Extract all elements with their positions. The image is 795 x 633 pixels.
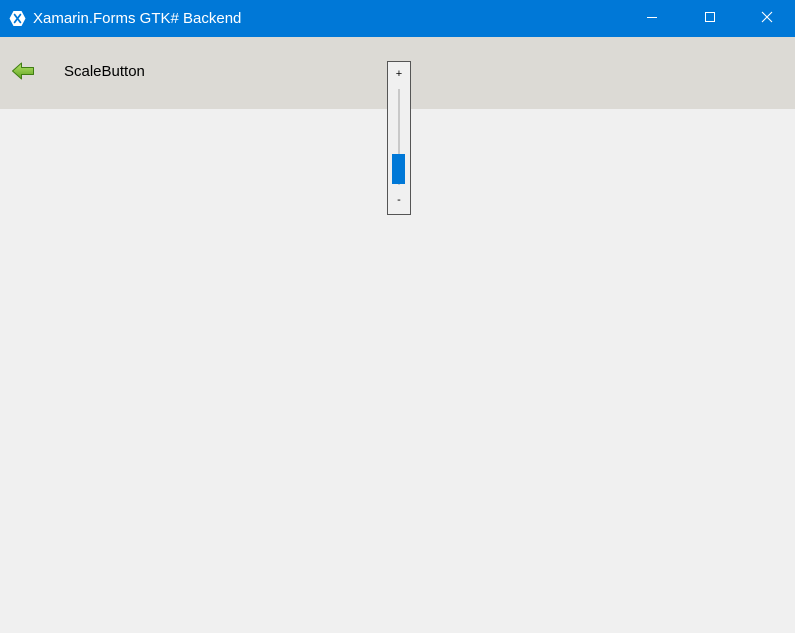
scale-button[interactable]: + - bbox=[387, 61, 411, 215]
window-title: Xamarin.Forms GTK# Backend bbox=[33, 10, 242, 27]
page-title: ScaleButton bbox=[64, 63, 145, 80]
close-button[interactable] bbox=[739, 0, 795, 37]
scale-decrease-button[interactable]: - bbox=[388, 194, 410, 206]
minimize-button[interactable] bbox=[623, 0, 681, 37]
scale-increase-button[interactable]: + bbox=[388, 68, 410, 80]
scale-thumb[interactable] bbox=[392, 154, 405, 184]
close-icon bbox=[761, 10, 773, 28]
minimize-icon bbox=[646, 10, 658, 28]
maximize-button[interactable] bbox=[681, 0, 739, 37]
maximize-icon bbox=[704, 10, 716, 28]
app-window: Xamarin.Forms GTK# Backend ScaleButton +… bbox=[0, 0, 795, 633]
back-arrow-icon bbox=[11, 61, 35, 86]
xamarin-logo-icon bbox=[9, 10, 26, 27]
title-bar[interactable]: Xamarin.Forms GTK# Backend bbox=[0, 0, 795, 37]
back-button[interactable] bbox=[8, 59, 38, 87]
